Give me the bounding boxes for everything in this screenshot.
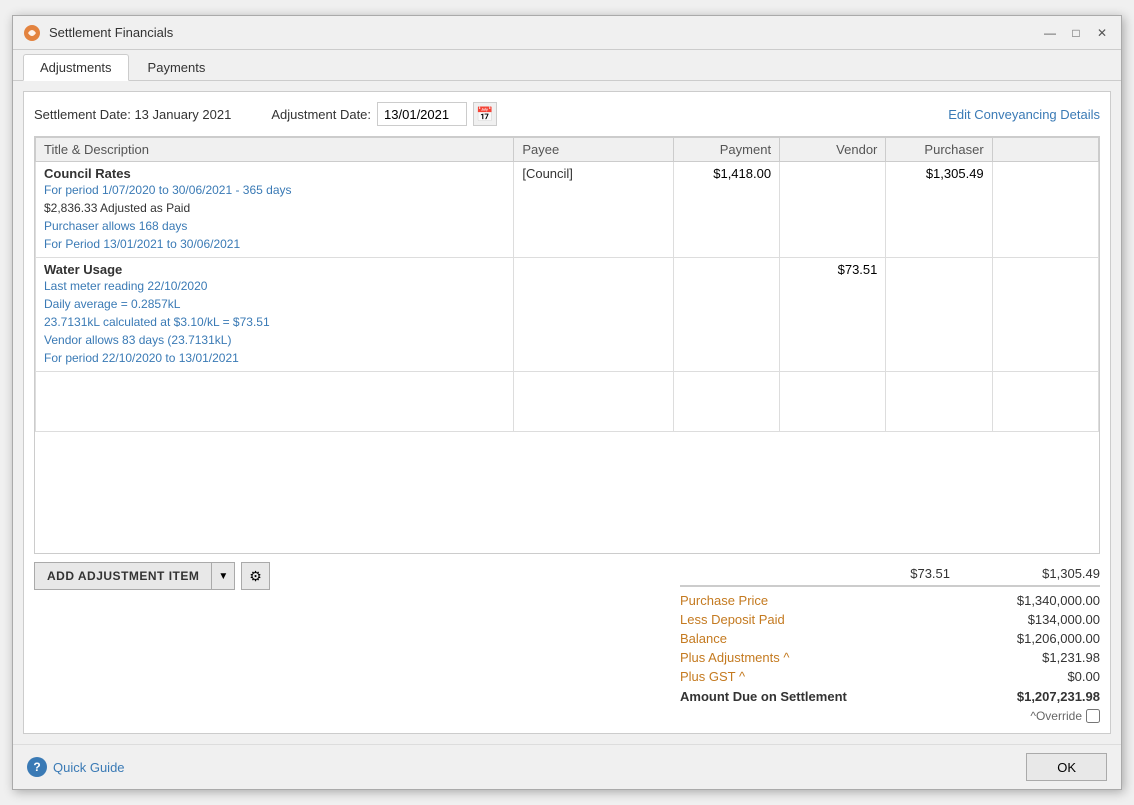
window-title: Settlement Financials [49,25,173,40]
adjustments-table: Title & Description Payee Payment Vendor… [35,137,1099,432]
table-row: Water Usage Last meter reading 22/10/202… [36,258,1099,372]
table-row-empty [36,372,1099,432]
calendar-button[interactable]: 📅 [473,102,497,126]
row1-detail-4: For Period 13/01/2021 to 30/06/2021 [44,235,505,253]
adjustment-date-input[interactable] [377,102,467,126]
row2-detail-5: For period 22/10/2020 to 13/01/2021 [44,349,505,367]
add-adjustment-group: ADD ADJUSTMENT ITEM ▼ ⚙ [34,562,270,590]
calendar-icon: 📅 [476,106,493,123]
summary-row-deposit: Less Deposit Paid $134,000.00 [680,610,1100,629]
maximize-button[interactable]: □ [1067,24,1085,42]
table-header-row: Title & Description Payee Payment Vendor… [36,138,1099,162]
purchase-price-value: $1,340,000.00 [980,593,1100,608]
row2-title-desc: Water Usage Last meter reading 22/10/202… [36,258,514,372]
empty-cell-2 [514,372,673,432]
top-bar: Settlement Date: 13 January 2021 Adjustm… [34,102,1100,126]
gst-value: $0.00 [980,669,1100,684]
title-bar-left: Settlement Financials [23,24,173,42]
row2-payee [514,258,673,372]
row1-detail-1: For period 1/07/2020 to 30/06/2021 - 365… [44,181,505,199]
row2-detail-2: Daily average = 0.2857kL [44,295,505,313]
summary-section: $73.51 $1,305.49 Purchase Price $1,340,0… [680,562,1100,723]
override-checkbox[interactable] [1086,709,1100,723]
summary-totals-row: $73.51 $1,305.49 [680,562,1100,587]
close-button[interactable]: ✕ [1093,24,1111,42]
col-extra [992,138,1098,162]
row1-payment: $1,418.00 [673,162,779,258]
adjustments-table-container: Title & Description Payee Payment Vendor… [34,136,1100,554]
edit-conveyancing-link[interactable]: Edit Conveyancing Details [948,107,1100,122]
row1-detail-2: $2,836.33 Adjusted as Paid [44,199,505,217]
ok-button[interactable]: OK [1026,753,1107,781]
row2-detail-4: Vendor allows 83 days (23.7131kL) [44,331,505,349]
row2-detail-3: 23.7131kL calculated at $3.10/kL = $73.5… [44,313,505,331]
deposit-value: $134,000.00 [980,612,1100,627]
row1-title-desc: Council Rates For period 1/07/2020 to 30… [36,162,514,258]
content-area: Settlement Date: 13 January 2021 Adjustm… [13,81,1121,744]
row1-extra [992,162,1098,258]
gst-label: Plus GST ^ [680,669,745,684]
tab-payments[interactable]: Payments [131,54,223,80]
override-label: ^Override [1030,709,1082,723]
footer-bar: ? Quick Guide OK [13,744,1121,789]
row2-extra [992,258,1098,372]
table-row: Council Rates For period 1/07/2020 to 30… [36,162,1099,258]
row2-title: Water Usage [44,262,505,277]
settlement-date: Settlement Date: 13 January 2021 [34,107,231,122]
row1-purchaser: $1,305.49 [886,162,992,258]
empty-cell-6 [992,372,1098,432]
empty-cell-1 [36,372,514,432]
app-icon [23,24,41,42]
summary-row-amount-due: Amount Due on Settlement $1,207,231.98 [680,686,1100,707]
adjustments-label: Plus Adjustments ^ [680,650,789,665]
quick-guide-label: Quick Guide [53,760,125,775]
row1-title: Council Rates [44,166,505,181]
row1-payee: [Council] [514,162,673,258]
purchase-price-label: Purchase Price [680,593,768,608]
col-payment: Payment [673,138,779,162]
col-purchaser: Purchaser [886,138,992,162]
dropdown-arrow-icon: ▼ [218,571,228,582]
summary-row-adjustments: Plus Adjustments ^ $1,231.98 [680,648,1100,667]
empty-cell-4 [780,372,886,432]
adjustment-date-label: Adjustment Date: [271,107,371,122]
balance-label: Balance [680,631,727,646]
tabs-bar: Adjustments Payments [13,50,1121,81]
window-controls: — □ ✕ [1041,24,1111,42]
adjustments-value: $1,231.98 [980,650,1100,665]
main-window: Settlement Financials — □ ✕ Adjustments … [12,15,1122,790]
summary-row-gst: Plus GST ^ $0.00 [680,667,1100,686]
quick-guide-link[interactable]: ? Quick Guide [27,757,125,777]
add-adjustment-dropdown-button[interactable]: ▼ [212,562,235,590]
row2-payment [673,258,779,372]
row2-vendor: $73.51 [780,258,886,372]
amount-due-label: Amount Due on Settlement [680,689,847,704]
deposit-label: Less Deposit Paid [680,612,785,627]
empty-cell-5 [886,372,992,432]
summary-vendor-total: $73.51 [860,566,950,581]
row2-purchaser [886,258,992,372]
settings-button[interactable]: ⚙ [241,562,270,590]
summary-row-purchase-price: Purchase Price $1,340,000.00 [680,591,1100,610]
balance-value: $1,206,000.00 [980,631,1100,646]
title-bar: Settlement Financials — □ ✕ [13,16,1121,50]
empty-cell-3 [673,372,779,432]
main-panel: Settlement Date: 13 January 2021 Adjustm… [23,91,1111,734]
add-adjustment-button[interactable]: ADD ADJUSTMENT ITEM [34,562,212,590]
minimize-button[interactable]: — [1041,24,1059,42]
amount-due-value: $1,207,231.98 [1017,689,1100,704]
summary-purchaser-total: $1,305.49 [1010,566,1100,581]
tab-adjustments[interactable]: Adjustments [23,54,129,81]
row1-detail-3: Purchaser allows 168 days [44,217,505,235]
col-vendor: Vendor [780,138,886,162]
override-row: ^Override [680,709,1100,723]
row2-detail-1: Last meter reading 22/10/2020 [44,277,505,295]
row1-vendor [780,162,886,258]
adjustment-date-section: Adjustment Date: 📅 [271,102,497,126]
bottom-section: ADD ADJUSTMENT ITEM ▼ ⚙ $73.51 $1,305.49… [34,562,1100,723]
col-payee: Payee [514,138,673,162]
help-icon: ? [27,757,47,777]
summary-row-balance: Balance $1,206,000.00 [680,629,1100,648]
col-title-desc: Title & Description [36,138,514,162]
